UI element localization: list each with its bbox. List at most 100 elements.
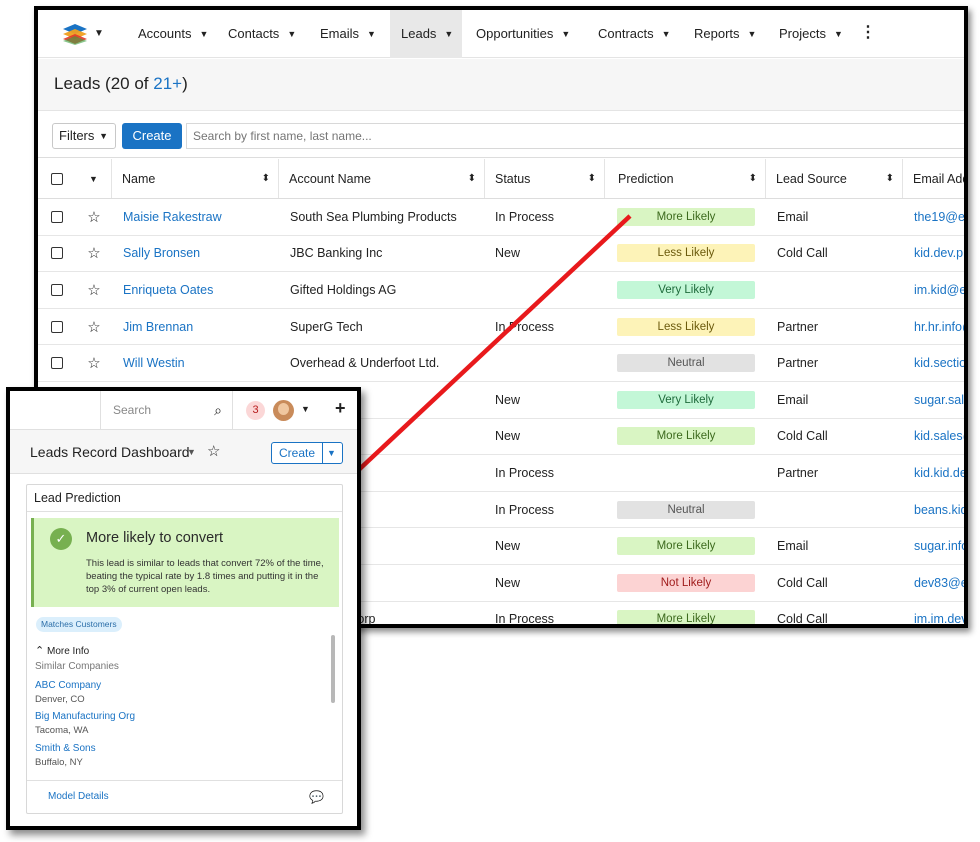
row-checkbox[interactable] [51,320,63,333]
prediction-badge[interactable]: More Likely [617,537,755,556]
nav-emails[interactable]: Emails ▼ [314,10,390,58]
dashboard-search[interactable]: Search ⌕ [100,391,233,430]
row-checkbox[interactable] [51,357,63,370]
prediction-badge[interactable]: Less Likely [617,317,755,336]
select-all-checkbox[interactable] [51,172,63,185]
nav-opportunities[interactable]: Opportunities ▼ [470,10,580,58]
column-header-account[interactable]: Account Name ⬍ [279,159,485,198]
notification-badge[interactable]: 3 [246,401,265,420]
dashlet-footer: Model Details 💬 [27,780,342,813]
company-link[interactable]: Big Manufacturing Org [35,711,135,722]
dashboard-header: Leads Record Dashboard ▼ ☆ Create ▼ [10,430,357,474]
column-header-status[interactable]: Status ⬍ [485,159,605,198]
email-link[interactable]: kid.section@example.com [914,345,964,381]
email-link[interactable]: kid.dev.phone@example.com [914,236,964,272]
email-link[interactable]: beans.kid@example.com [914,492,964,528]
column-name-label: Name [122,171,156,186]
more-info-toggle[interactable]: ⌃ More Info [35,644,89,657]
chevron-down-icon[interactable]: ▼ [327,443,336,463]
table-row[interactable]: ☆ Maisie Rakestraw South Sea Plumbing Prod… [38,199,964,236]
email-link[interactable]: kid.kid.de@example.com [914,455,964,491]
prediction-badge[interactable]: Very Likely [617,390,755,409]
mass-action-caret-icon[interactable]: ▼ [89,174,98,184]
logo-caret-icon[interactable]: ▼ [94,28,104,39]
create-button[interactable]: Create [122,123,182,149]
email-link[interactable]: sugar.sales@example.com [914,382,964,418]
favorite-star-icon[interactable]: ☆ [87,281,100,299]
model-details-link[interactable]: Model Details [48,791,109,802]
scrollbar[interactable] [331,635,335,703]
filters-dropdown[interactable]: Filters ▼ [52,123,116,149]
prediction-badge[interactable]: More Likely [617,207,755,226]
email-link[interactable]: dev83@example.com [914,565,964,601]
email-link[interactable]: the19@example.com [914,199,964,235]
sort-icon[interactable]: ⬍ [262,173,270,184]
favorite-star-icon[interactable]: ☆ [87,244,100,262]
comment-icon[interactable]: 💬 [309,790,324,804]
dashboard-search-placeholder: Search [113,403,152,417]
favorite-star-icon[interactable]: ☆ [87,354,100,372]
avatar[interactable] [273,400,294,421]
prediction-badge[interactable]: Neutral [617,354,755,373]
prediction-badge[interactable]: Less Likely [617,244,755,263]
table-row[interactable]: ☆ Will Westin Overhead & Underfoot Ltd. Neu… [38,345,964,382]
lead-name-link[interactable]: Will Westin [123,345,273,381]
sort-icon[interactable]: ⬍ [588,173,596,184]
sort-icon[interactable]: ⬍ [749,173,757,184]
status-text: New [495,429,521,444]
table-row[interactable]: ☆ Enriqueta Oates Gifted Holdings AG Very L… [38,272,964,309]
chevron-down-icon[interactable]: ▼ [301,404,310,414]
record-count-link[interactable]: 21+ [153,74,182,93]
sort-icon[interactable]: ⬍ [886,173,894,184]
search-icon[interactable]: ⌕ [214,391,222,430]
lead-name-link[interactable]: Jim Brennan [123,309,273,345]
dashboard-title: Leads Record Dashboard [30,444,190,460]
prediction-cell [617,455,762,491]
search-input[interactable] [186,123,964,149]
more-menu-icon[interactable]: ⋮ [860,24,876,42]
nav-contracts[interactable]: Contracts ▼ [592,10,678,58]
nav-reports[interactable]: Reports ▼ [688,10,764,58]
nav-projects[interactable]: Projects ▼ [773,10,853,58]
favorite-star-icon[interactable]: ☆ [87,208,100,226]
company-link[interactable]: ABC Company [35,680,101,691]
chevron-up-icon: ⌃ [35,645,45,657]
lead-name-link[interactable]: Sally Bronsen [123,236,273,272]
email-link[interactable]: im.im.dev@example.com [914,602,964,624]
prediction-badge[interactable]: Not Likely [617,573,755,592]
plus-icon[interactable]: + [335,398,346,419]
favorite-star-icon[interactable]: ☆ [87,318,100,336]
email-link[interactable]: hr.hr.info@example.com [914,309,964,345]
nav-accounts-label: Accounts [138,26,192,41]
prediction-badge[interactable]: More Likely [617,610,755,624]
column-header-email[interactable]: Email Address [903,159,964,198]
nav-contacts[interactable]: Contacts ▼ [222,10,302,58]
prediction-badge[interactable]: Neutral [617,500,755,519]
app-logo-icon[interactable] [62,23,88,45]
email-link[interactable]: kid.sales@example.com [914,419,964,455]
column-header-name[interactable]: Name ⬍ [112,159,279,198]
column-header-prediction[interactable]: Prediction ⬍ [605,159,766,198]
dashboard-create-button[interactable]: Create ▼ [271,442,343,464]
prediction-badge[interactable]: Very Likely [617,280,755,299]
row-checkbox[interactable] [51,283,63,296]
nav-accounts[interactable]: Accounts ▼ [130,10,208,58]
table-row[interactable]: ☆ Sally Bronsen JBC Banking Inc New Less Lik… [38,236,964,273]
lead-name-link[interactable]: Maisie Rakestraw [123,199,273,235]
dashboard-create-label[interactable]: Create [272,443,323,463]
chevron-down-icon[interactable]: ▼ [187,447,196,457]
row-checkbox[interactable] [51,247,63,260]
column-header-lead-source[interactable]: Lead Source ⬍ [766,159,903,198]
lead-source [777,272,897,308]
email-link[interactable]: sugar.info@example.com [914,528,964,564]
favorite-star-icon[interactable]: ☆ [207,442,220,460]
company-link[interactable]: Smith & Sons [35,743,96,754]
sort-icon[interactable]: ⬍ [468,173,476,184]
lead-source [777,492,897,528]
lead-name-link[interactable]: Enriqueta Oates [123,272,273,308]
nav-leads[interactable]: Leads ▼ [390,10,462,58]
table-row[interactable]: ☆ Jim Brennan SuperG Tech In Process Less Li… [38,309,964,346]
row-checkbox[interactable] [51,210,63,223]
email-link[interactable]: im.kid@example.com [914,272,964,308]
prediction-badge[interactable]: More Likely [617,427,755,446]
